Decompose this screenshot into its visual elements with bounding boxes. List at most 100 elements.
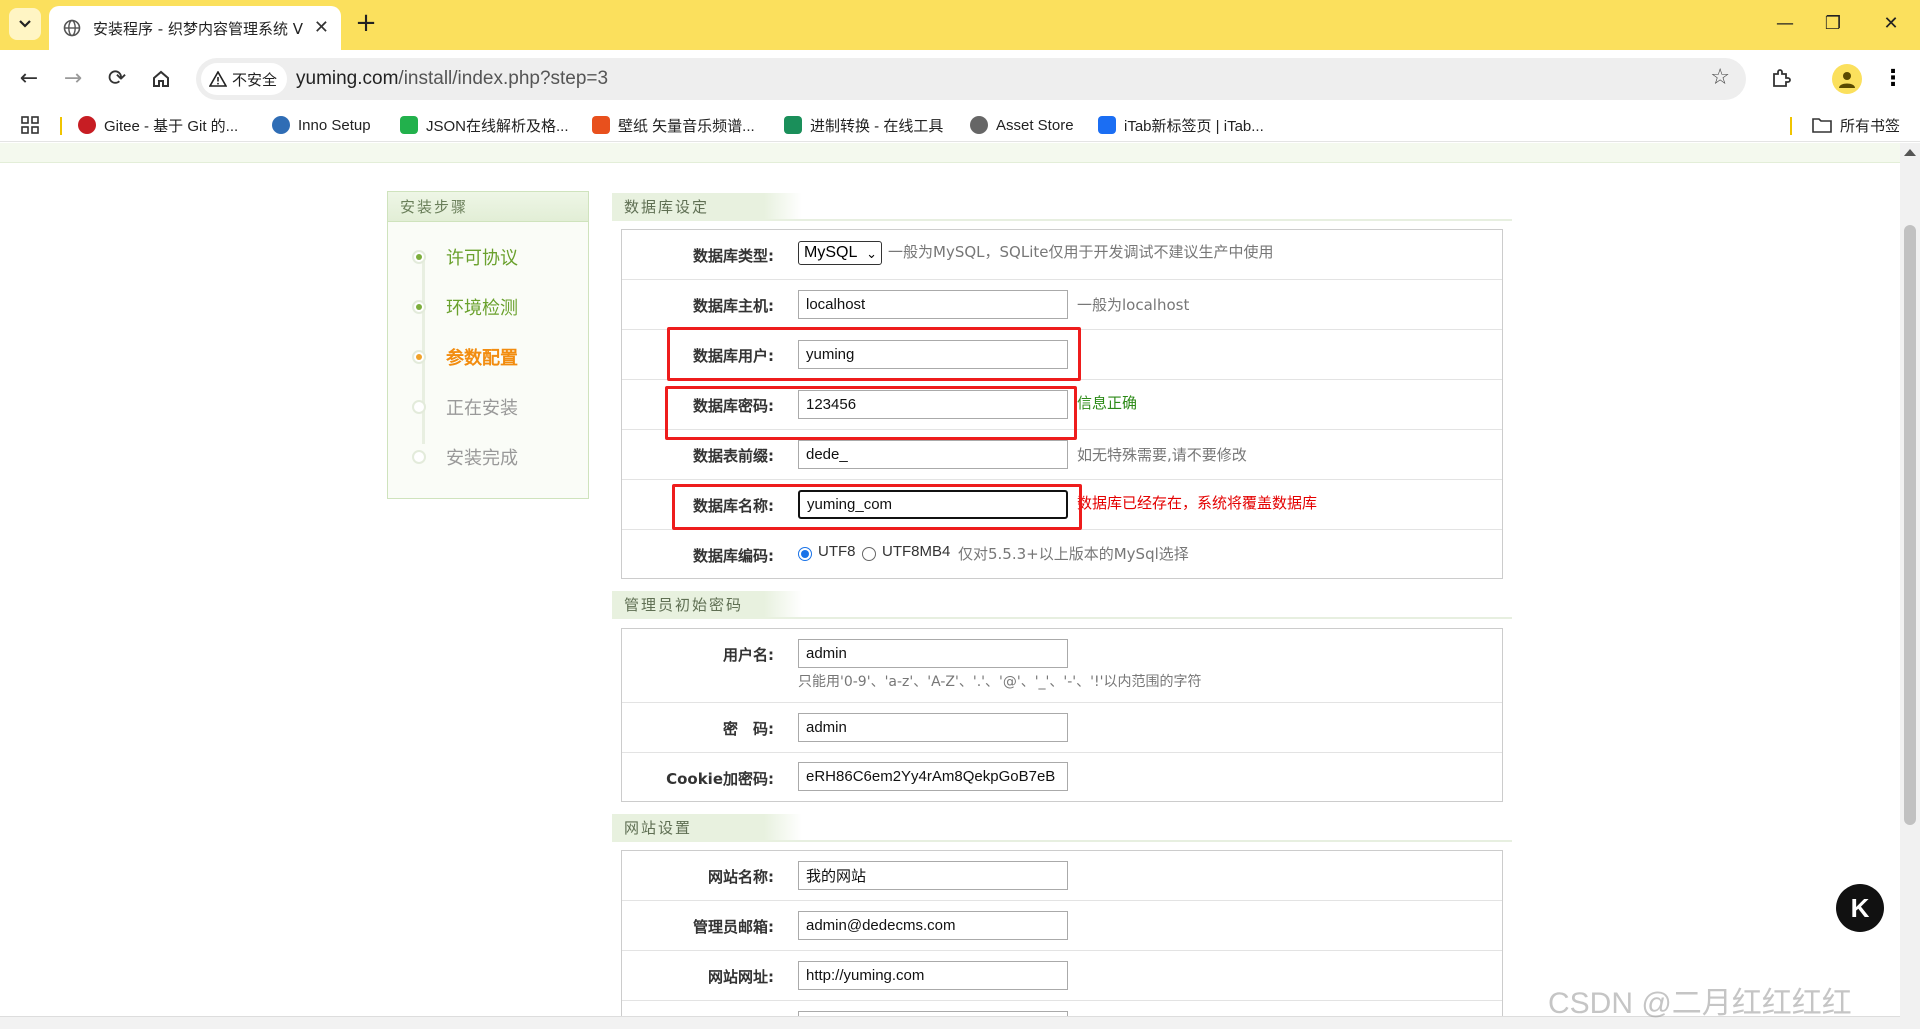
- chevron-down-icon: [19, 20, 31, 28]
- step-label: 参数配置: [446, 348, 518, 369]
- close-window-button[interactable]: ✕: [1868, 10, 1914, 38]
- admin-email-input[interactable]: [798, 911, 1068, 940]
- reload-button[interactable]: ⟳: [102, 64, 132, 94]
- base-convert-icon: [784, 116, 802, 134]
- scroll-thumb[interactable]: [1904, 225, 1916, 825]
- page-scrollbar[interactable]: [1900, 143, 1920, 1029]
- globe-icon: [63, 19, 81, 37]
- admin-email-label: 管理员邮箱:: [693, 918, 774, 936]
- admin-section-label: 管理员初始密码: [612, 591, 802, 619]
- bookmark-itab[interactable]: iTab新标签页 | iTab...: [1098, 114, 1264, 136]
- db-host-hint: 一般为localhost: [1077, 296, 1190, 314]
- apps-grid-icon[interactable]: [20, 114, 40, 136]
- browser-toolbar: ← → ⟳ 不安全 yuming.com/install/index.php?s…: [0, 50, 1920, 108]
- admin-user-input[interactable]: [798, 639, 1068, 668]
- url-path: /install/index.php?step=3: [398, 68, 609, 89]
- back-button[interactable]: ←: [14, 64, 44, 94]
- admin-email-row: 管理员邮箱:: [622, 901, 1502, 951]
- step-license: 许可协议: [412, 245, 518, 269]
- folder-icon: [1812, 118, 1832, 133]
- extensions-button[interactable]: [1766, 64, 1796, 94]
- site-name-input[interactable]: [798, 861, 1068, 890]
- forward-button[interactable]: →: [58, 64, 88, 94]
- site-url-input[interactable]: [798, 961, 1068, 990]
- admin-password-label: 密 码:: [723, 720, 774, 738]
- bookmark-gitee[interactable]: Gitee - 基于 Git 的...: [78, 114, 238, 136]
- bookmark-separator: [1790, 117, 1792, 135]
- scroll-up-icon[interactable]: [1904, 149, 1916, 156]
- chevron-down-icon: ⌄: [866, 246, 877, 261]
- home-button[interactable]: [146, 64, 176, 94]
- cookie-key-input[interactable]: [798, 762, 1068, 791]
- admin-user-row: 用户名: 只能用'0-9'、'a-z'、'A-Z'、'.'、'@'、'_'、'-…: [622, 629, 1502, 703]
- site-url-label: 网站网址:: [708, 968, 774, 986]
- floating-k-button[interactable]: K: [1836, 884, 1884, 932]
- admin-password-input[interactable]: [798, 713, 1068, 742]
- admin-user-hint: 只能用'0-9'、'a-z'、'A-Z'、'.'、'@'、'_'、'-'、'!'…: [798, 674, 1202, 690]
- url-text[interactable]: yuming.com/install/index.php?step=3: [296, 68, 608, 90]
- bookmark-star-icon[interactable]: ☆: [1710, 67, 1730, 89]
- gitee-icon: [78, 116, 96, 134]
- bookmark-label: Asset Store: [996, 116, 1074, 134]
- bookmark-label: JSON在线解析及格...: [426, 117, 569, 135]
- bookmark-inno-setup[interactable]: Inno Setup: [272, 114, 371, 136]
- db-host-input[interactable]: [798, 290, 1068, 319]
- db-type-value: MySQL: [804, 244, 858, 261]
- annotation-box-db-user: [667, 327, 1081, 381]
- db-prefix-input[interactable]: [798, 440, 1068, 469]
- cookie-key-label: Cookie加密码:: [666, 770, 774, 788]
- install-steps-panel: 安装步骤 许可协议 环境检测 参数配置 正在安装 安装完成: [387, 191, 589, 499]
- address-bar[interactable]: 不安全 yuming.com/install/index.php?step=3 …: [196, 58, 1746, 100]
- db-type-select[interactable]: MySQL ⌄: [798, 241, 882, 265]
- charset-utf8-label: UTF8: [818, 543, 856, 560]
- page-top-strip: [0, 143, 1900, 163]
- bookmark-label: iTab新标签页 | iTab...: [1124, 117, 1264, 135]
- bookmarks-bar: Gitee - 基于 Git 的... Inno Setup JSON在线解析及…: [0, 108, 1920, 142]
- step-label: 正在安装: [446, 398, 518, 419]
- json-icon: [400, 116, 418, 134]
- step-dot: [412, 350, 426, 364]
- browser-tab[interactable]: 安装程序 - 织梦内容管理系统 V ✕: [49, 6, 341, 50]
- bookmark-label: Gitee - 基于 Git 的...: [104, 117, 239, 135]
- wallpaper-icon: [592, 116, 610, 134]
- charset-utf8-radio[interactable]: [798, 547, 812, 561]
- close-tab-icon[interactable]: ✕: [314, 19, 329, 37]
- bookmark-asset-store[interactable]: Asset Store: [970, 114, 1074, 136]
- title-bar: 安装程序 - 织梦内容管理系统 V ✕ + — ❐ ✕: [0, 0, 1920, 50]
- kebab-menu-icon[interactable]: ⋮: [1878, 64, 1908, 94]
- db-section-label: 数据库设定: [612, 193, 802, 221]
- bookmark-separator: [60, 117, 62, 135]
- db-charset-row: 数据库编码: UTF8 UTF8MB4 仅对5.5.3+以上版本的MySql选择: [622, 530, 1502, 578]
- warning-icon: [209, 71, 227, 87]
- step-environment: 环境检测: [412, 295, 518, 319]
- bookmark-wallpaper[interactable]: 壁纸 矢量音乐频谱...: [592, 114, 755, 136]
- bookmark-base-convert[interactable]: 进制转换 - 在线工具: [784, 114, 943, 136]
- tab-search-button[interactable]: [9, 8, 41, 40]
- minimize-button[interactable]: —: [1762, 10, 1808, 38]
- site-name-label: 网站名称:: [708, 868, 774, 886]
- charset-utf8mb4-radio[interactable]: [862, 547, 876, 561]
- all-bookmarks-button[interactable]: 所有书签: [1812, 114, 1900, 136]
- db-host-label: 数据库主机:: [693, 297, 774, 315]
- new-tab-button[interactable]: +: [352, 10, 380, 38]
- profile-button[interactable]: [1832, 64, 1862, 94]
- db-charset-hint: 仅对5.5.3+以上版本的MySql选择: [958, 545, 1189, 563]
- steps-header: 安装步骤: [388, 192, 588, 222]
- cookie-key-row: Cookie加密码:: [622, 753, 1502, 801]
- step-label: 许可协议: [446, 248, 518, 269]
- db-type-label: 数据库类型:: [693, 247, 774, 265]
- security-indicator[interactable]: 不安全: [201, 63, 288, 95]
- all-bookmarks-label: 所有书签: [1840, 117, 1901, 135]
- restore-button[interactable]: ❐: [1810, 10, 1856, 38]
- db-type-row: 数据库类型: MySQL ⌄ 一般为MySQL，SQLite仅用于开发调试不建议生…: [622, 230, 1502, 280]
- db-charset-label: 数据库编码:: [693, 547, 774, 565]
- bookmark-label: 进制转换 - 在线工具: [810, 117, 944, 135]
- site-settings-panel: 网站名称: 管理员邮箱: 网站网址:: [621, 850, 1503, 1029]
- annotation-box-db-name: [672, 484, 1082, 530]
- site-section-label: 网站设置: [612, 814, 802, 842]
- inno-setup-icon: [272, 116, 290, 134]
- bookmark-json[interactable]: JSON在线解析及格...: [400, 114, 569, 136]
- db-prefix-hint: 如无特殊需要,请不要修改: [1077, 446, 1247, 464]
- tab-title: 安装程序 - 织梦内容管理系统 V: [93, 19, 303, 38]
- step-installing: 正在安装: [412, 395, 518, 419]
